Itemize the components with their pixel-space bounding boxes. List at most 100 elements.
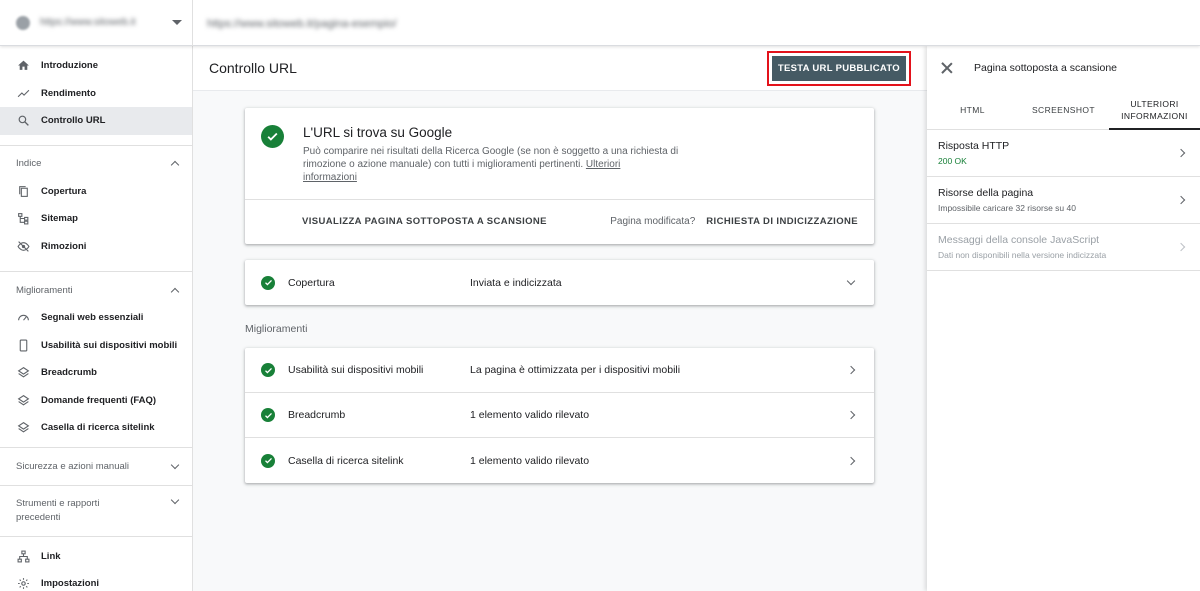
row-subtitle: Impossibile caricare 32 risorse su 40 bbox=[938, 203, 1076, 213]
inspected-url: https://www.sitoweb.it/pagina-esempio/ bbox=[207, 17, 397, 30]
sidebar-section-miglioramenti[interactable]: Miglioramenti bbox=[0, 276, 192, 304]
status-description-text: Può comparire nei risultati della Ricerc… bbox=[303, 146, 679, 170]
sitemap-icon bbox=[16, 212, 30, 226]
sidebar-item-copertura[interactable]: Copertura bbox=[0, 178, 192, 206]
inspect-url-input[interactable]: https://www.sitoweb.it/pagina-esempio/ bbox=[193, 14, 1200, 32]
status-summary: L'URL si trova su Google Può comparire n… bbox=[245, 108, 874, 200]
sidebar-item-link[interactable]: Link bbox=[0, 543, 192, 571]
tab-label: ULTERIORI INFORMAZIONI bbox=[1121, 98, 1188, 122]
js-console-row: Messaggi della console JavaScript Dati n… bbox=[927, 224, 1200, 271]
gear-icon bbox=[16, 577, 30, 591]
copy-icon bbox=[16, 184, 30, 198]
chevron-up-icon bbox=[170, 160, 180, 170]
request-indexing-group: Pagina modificata? RICHIESTA DI INDICIZZ… bbox=[610, 216, 858, 227]
status-title: L'URL si trova su Google bbox=[303, 125, 453, 140]
sidebar-item-impostazioni[interactable]: Impostazioni bbox=[0, 570, 192, 591]
smartphone-icon bbox=[16, 338, 30, 352]
tab-more-info[interactable]: ULTERIORI INFORMAZIONI bbox=[1109, 90, 1200, 130]
check-circle-icon bbox=[261, 453, 275, 468]
main-content: Controllo URL TESTA URL PUBBLICATO L'URL… bbox=[193, 46, 927, 591]
row-label: Casella di ricerca sitelink bbox=[288, 454, 404, 467]
tab-label-line: INFORMAZIONI bbox=[1121, 110, 1188, 121]
view-crawled-page-button[interactable]: VISUALIZZA PAGINA SOTTOPOSTA A SCANSIONE bbox=[302, 216, 547, 227]
row-value: Inviata e indicizzata bbox=[470, 276, 562, 289]
caret-down-icon bbox=[172, 20, 182, 25]
test-live-url-button[interactable]: TESTA URL PUBBLICATO bbox=[771, 55, 906, 81]
panel-header: Pagina sottoposta a scansione bbox=[927, 46, 1200, 90]
sidebar-item-breadcrumb[interactable]: Breadcrumb bbox=[0, 359, 192, 387]
layers-icon bbox=[16, 366, 30, 380]
row-label: Copertura bbox=[288, 276, 335, 289]
chevron-down-icon bbox=[170, 460, 180, 469]
sidebar-item-label: Introduzione bbox=[41, 60, 98, 72]
sidebar-item-label: Usabilità sui dispositivi mobili bbox=[41, 339, 178, 351]
row-label: Usabilità sui dispositivi mobili bbox=[288, 364, 424, 376]
trending-up-icon bbox=[16, 86, 30, 100]
tab-html[interactable]: HTML bbox=[927, 90, 1018, 129]
section-title: Strumenti e rapporti precedenti bbox=[16, 497, 99, 525]
page-title: Controllo URL bbox=[209, 60, 297, 76]
enhancement-row[interactable]: Casella di ricerca sitelink 1 elemento v… bbox=[245, 438, 874, 483]
sidebar-section-strumenti[interactable]: Strumenti e rapporti precedenti bbox=[0, 486, 192, 536]
chevron-down-icon bbox=[846, 276, 856, 285]
top-bar: https://www.sitoweb.it https://www.sitow… bbox=[0, 0, 1200, 46]
row-value: 1 elemento valido rilevato bbox=[470, 454, 590, 467]
sidebar-item-label: Link bbox=[41, 550, 61, 562]
sidebar: Introduzione Rendimento Controllo URL In… bbox=[0, 46, 193, 591]
tab-screenshot[interactable]: SCREENSHOT bbox=[1018, 90, 1109, 129]
section-title-line: Strumenti e rapporti bbox=[16, 497, 100, 509]
sidebar-item-label: Domande frequenti (FAQ) bbox=[41, 394, 157, 406]
check-circle-icon bbox=[261, 408, 275, 422]
sidebar-item-usabilita[interactable]: Usabilità sui dispositivi mobili bbox=[0, 332, 192, 360]
enhancements-heading: Miglioramenti bbox=[245, 323, 308, 335]
check-circle-icon bbox=[261, 363, 275, 377]
gauge-icon bbox=[16, 311, 30, 325]
sidebar-item-label: Casella di ricerca sitelink bbox=[41, 422, 155, 434]
enhancements-card: Usabilità sui dispositivi mobili La pagi… bbox=[245, 348, 874, 483]
home-icon bbox=[16, 59, 30, 73]
tab-label-line: ULTERIORI bbox=[1130, 98, 1179, 109]
sidebar-item-sitemap[interactable]: Sitemap bbox=[0, 205, 192, 233]
page-modified-question: Pagina modificata? bbox=[610, 216, 696, 227]
page-resources-row[interactable]: Risorse della pagina Impossibile caricar… bbox=[927, 177, 1200, 224]
property-name: https://www.sitoweb.it bbox=[40, 17, 136, 28]
sidebar-item-controllo-url[interactable]: Controllo URL bbox=[0, 107, 192, 135]
http-response-row[interactable]: Risposta HTTP 200 OK bbox=[927, 130, 1200, 177]
layers-icon bbox=[16, 393, 30, 407]
property-selector[interactable]: https://www.sitoweb.it bbox=[0, 0, 193, 46]
network-icon bbox=[16, 549, 30, 563]
row-title: Messaggi della console JavaScript bbox=[938, 234, 1100, 246]
coverage-row[interactable]: Copertura Inviata e indicizzata bbox=[245, 260, 874, 305]
close-icon[interactable] bbox=[941, 62, 953, 74]
sidebar-item-segnali-web[interactable]: Segnali web essenziali bbox=[0, 304, 192, 332]
sidebar-item-label: Copertura bbox=[41, 185, 87, 197]
section-title: Sicurezza e azioni manuali bbox=[16, 460, 130, 472]
sidebar-item-label: Segnali web essenziali bbox=[41, 312, 144, 324]
eye-off-icon bbox=[16, 239, 30, 253]
sidebar-item-rendimento[interactable]: Rendimento bbox=[0, 80, 192, 108]
sidebar-section-sicurezza[interactable]: Sicurezza e azioni manuali bbox=[0, 448, 192, 485]
panel-title: Pagina sottoposta a scansione bbox=[974, 62, 1118, 74]
layers-icon bbox=[16, 421, 30, 435]
request-indexing-button[interactable]: RICHIESTA DI INDICIZZAZIONE bbox=[706, 216, 858, 227]
sidebar-item-rimozioni[interactable]: Rimozioni bbox=[0, 233, 192, 261]
sidebar-section-indice[interactable]: Indice bbox=[0, 150, 192, 178]
sidebar-item-label: Sitemap bbox=[41, 213, 78, 225]
sidebar-item-label: Breadcrumb bbox=[41, 367, 97, 379]
chevron-right-icon bbox=[1176, 195, 1186, 205]
row-value: La pagina è ottimizzata per i dispositiv… bbox=[470, 364, 681, 376]
enhancement-row[interactable]: Usabilità sui dispositivi mobili La pagi… bbox=[245, 348, 874, 393]
row-value: 1 elemento valido rilevato bbox=[470, 409, 590, 421]
row-title: Risposta HTTP bbox=[938, 140, 1010, 152]
check-circle-icon bbox=[261, 275, 275, 290]
sidebar-item-casella-ricerca[interactable]: Casella di ricerca sitelink bbox=[0, 414, 192, 442]
sidebar-item-introduzione[interactable]: Introduzione bbox=[0, 52, 192, 80]
learn-more-link-text: informazioni bbox=[303, 172, 357, 183]
sidebar-item-label: Rendimento bbox=[41, 87, 96, 99]
row-label: Breadcrumb bbox=[288, 409, 346, 421]
enhancement-row[interactable]: Breadcrumb 1 elemento valido rilevato bbox=[245, 393, 874, 438]
crawled-page-panel: Pagina sottoposta a scansione HTML SCREE… bbox=[927, 46, 1200, 591]
chevron-up-icon bbox=[170, 287, 180, 296]
sidebar-item-faq[interactable]: Domande frequenti (FAQ) bbox=[0, 387, 192, 415]
row-title: Risorse della pagina bbox=[938, 187, 1034, 199]
